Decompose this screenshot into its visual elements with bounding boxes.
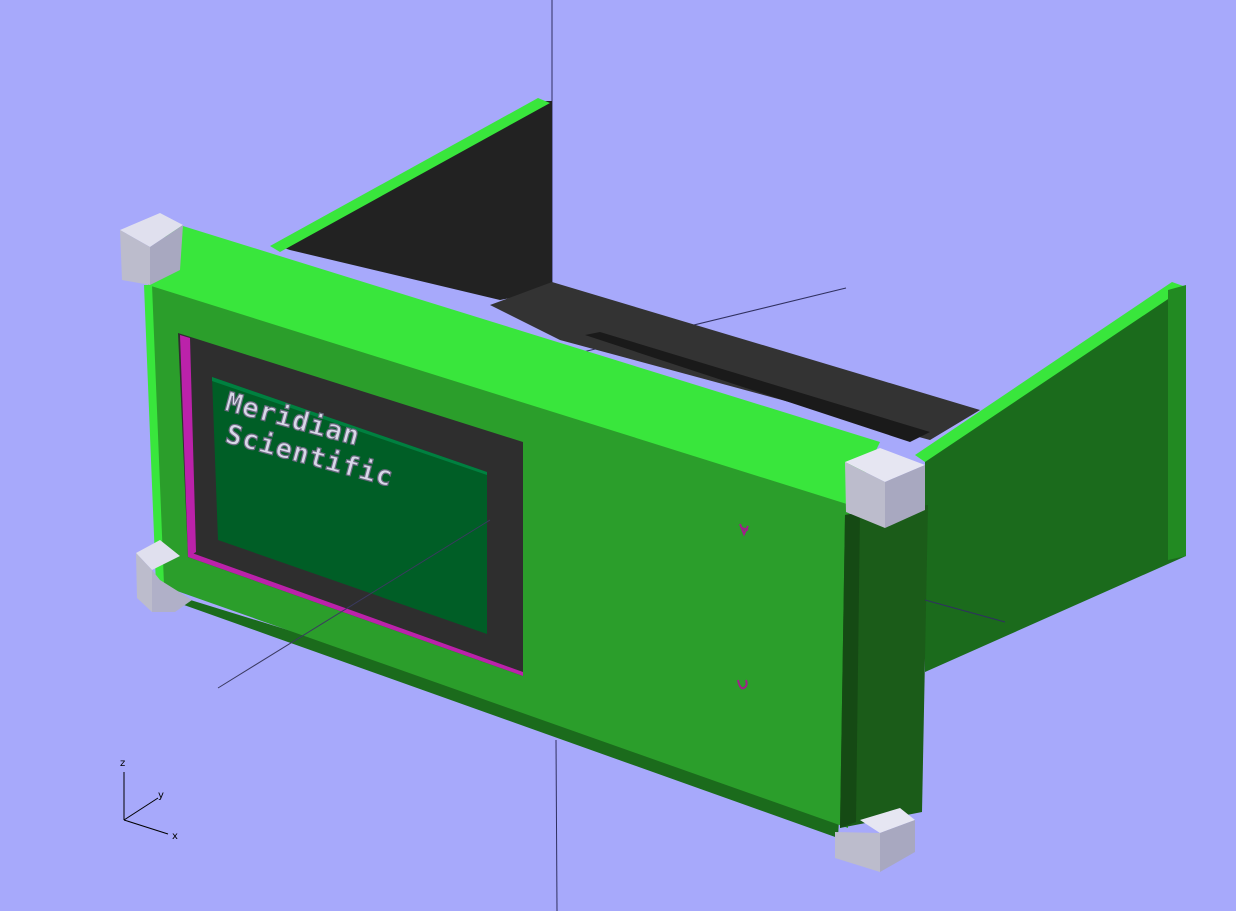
right-side-panel-face bbox=[925, 290, 1186, 672]
axes-gizmo: z y x bbox=[120, 758, 178, 842]
gizmo-y-label: y bbox=[158, 790, 164, 801]
gizmo-x-label: x bbox=[172, 831, 178, 842]
right-side-panel-edge bbox=[1168, 285, 1186, 560]
3d-viewport[interactable]: Meridian Scientific z y x bbox=[0, 0, 1236, 911]
z-axis-line-bottom bbox=[555, 739, 558, 911]
scene-canvas[interactable]: Meridian Scientific z y x bbox=[0, 0, 1236, 911]
gizmo-x-axis bbox=[123, 819, 169, 835]
gizmo-y-axis bbox=[123, 797, 159, 821]
gizmo-z-label: z bbox=[120, 758, 125, 769]
